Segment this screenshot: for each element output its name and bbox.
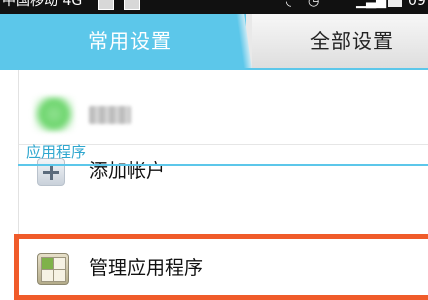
apps-grid-icon bbox=[37, 253, 69, 285]
tab-all-settings[interactable]: 全部设置 bbox=[252, 14, 428, 68]
tab-label: 全部设置 bbox=[310, 29, 394, 53]
section-header-apps: 应用程序 bbox=[26, 143, 87, 161]
clock-icon: ◷ bbox=[308, 0, 320, 9]
manage-apps-item[interactable]: 管理应用程序 bbox=[14, 234, 428, 300]
account-item[interactable] bbox=[19, 78, 428, 142]
nfc-icon: ◟ bbox=[286, 0, 292, 9]
settings-tabs: 常用设置 全部设置 bbox=[0, 14, 428, 68]
image-icon bbox=[98, 0, 114, 10]
clock-time: 09 bbox=[408, 0, 426, 9]
plus-icon bbox=[37, 158, 65, 186]
signal-icon: ▁▃▅ bbox=[356, 0, 386, 9]
account-name-redacted bbox=[89, 106, 131, 124]
status-bar: 中国移动 4G ◟ ◷ ▁▃▅ 09 bbox=[0, 0, 428, 14]
image-icon bbox=[124, 0, 140, 10]
battery-icon bbox=[388, 0, 402, 7]
add-account-label: 添加帐户 bbox=[89, 160, 166, 182]
account-avatar bbox=[33, 96, 75, 132]
carrier-label: 中国移动 4G bbox=[2, 0, 83, 9]
tab-common-settings[interactable]: 常用设置 bbox=[0, 14, 246, 68]
tab-label: 常用设置 bbox=[88, 29, 172, 53]
manage-apps-label: 管理应用程序 bbox=[89, 257, 204, 279]
section-divider bbox=[18, 164, 428, 166]
